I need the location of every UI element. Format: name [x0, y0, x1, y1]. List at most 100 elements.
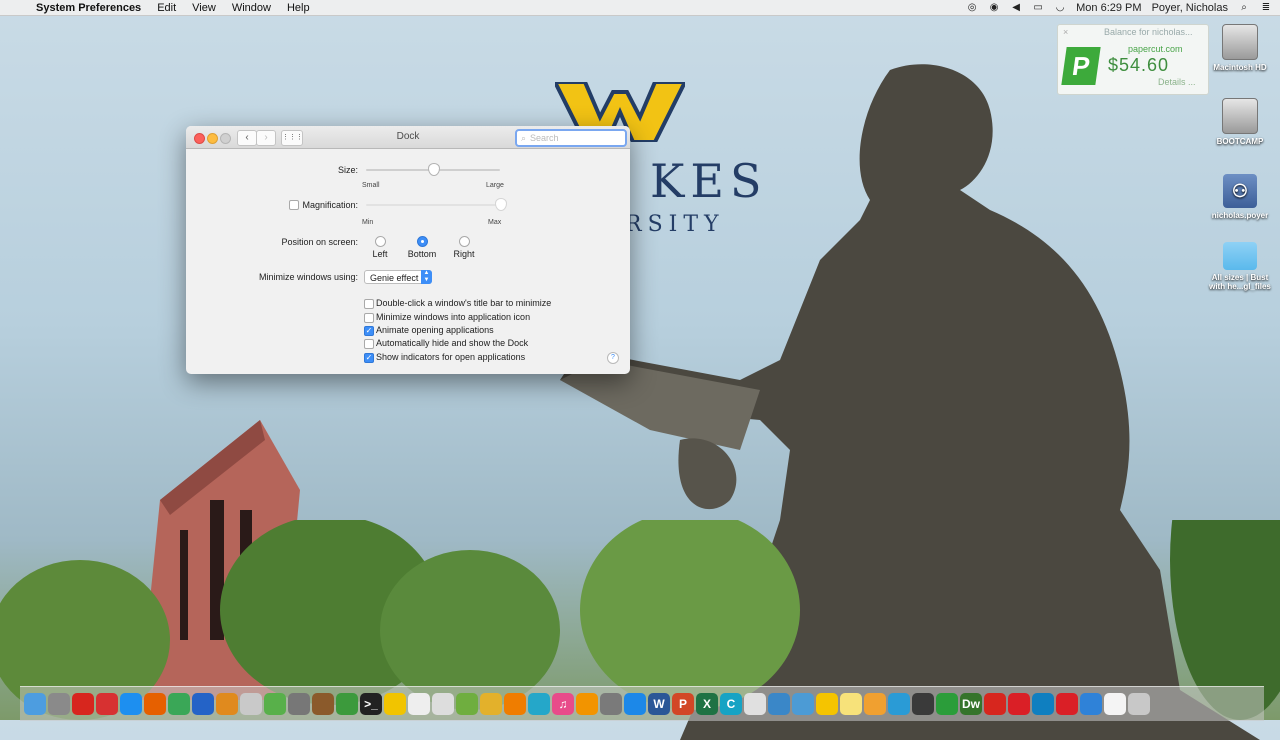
magnification-slider-track[interactable]: [366, 204, 500, 206]
notification-title: Balance for nicholas...: [1104, 27, 1193, 37]
excel-dock-icon[interactable]: X: [696, 693, 718, 715]
minimize-effect-popup[interactable]: Genie effect ▲ ▼: [364, 270, 432, 284]
notification-close-icon[interactable]: ×: [1063, 27, 1068, 37]
clock[interactable]: Mon 6:29 PM: [1076, 2, 1141, 14]
finder-dock-icon[interactable]: [24, 693, 46, 715]
app12-dock-icon[interactable]: [288, 693, 310, 715]
menu-window[interactable]: Window: [232, 2, 271, 14]
app37-dock-icon[interactable]: [888, 693, 910, 715]
menu-view[interactable]: View: [192, 2, 216, 14]
app32-dock-icon[interactable]: [768, 693, 790, 715]
app13-dock-icon[interactable]: [312, 693, 334, 715]
search-field[interactable]: ⌕ Search: [515, 129, 627, 147]
menu-app-name[interactable]: System Preferences: [36, 2, 141, 14]
minimize-effect-value: Genie effect: [370, 273, 419, 283]
app38-dock-icon[interactable]: [912, 693, 934, 715]
volume-icon[interactable]: ◀: [1010, 2, 1022, 13]
app30-dock-icon[interactable]: C: [720, 693, 742, 715]
size-slider-knob[interactable]: [428, 163, 440, 176]
notes-dock-icon[interactable]: [840, 693, 862, 715]
size-min-label: Small: [362, 182, 380, 189]
acrobat-dock-icon[interactable]: [72, 693, 94, 715]
app19-dock-icon[interactable]: [456, 693, 478, 715]
stats-dock-icon[interactable]: [96, 693, 118, 715]
creative-cloud-status-icon[interactable]: ◎: [966, 2, 978, 13]
appstore-dock-icon[interactable]: [624, 693, 646, 715]
app14-dock-icon[interactable]: [336, 693, 358, 715]
app8-dock-icon[interactable]: [192, 693, 214, 715]
terminal-dock-icon[interactable]: >_: [360, 693, 382, 715]
safari-dock-icon[interactable]: [120, 693, 142, 715]
search-icon: ⌕: [521, 133, 527, 143]
sysprefs-dock-icon[interactable]: [600, 693, 622, 715]
position-left-radio[interactable]: [375, 236, 386, 247]
menu-help[interactable]: Help: [287, 2, 310, 14]
creative-cloud-dock-icon[interactable]: [1008, 693, 1030, 715]
app11-dock-icon[interactable]: [264, 693, 286, 715]
papercut-logo-icon: P: [1061, 47, 1101, 85]
desktop-icon-macintosh-hd[interactable]: Macintosh HD: [1203, 24, 1277, 72]
app17-dock-icon[interactable]: [408, 693, 430, 715]
details-link[interactable]: Details ...: [1158, 77, 1196, 87]
creative-cloud2-dock-icon[interactable]: [1056, 693, 1078, 715]
menu-edit[interactable]: Edit: [157, 2, 176, 14]
app31-dock-icon[interactable]: [744, 693, 766, 715]
trash-dock-icon[interactable]: [1128, 693, 1150, 715]
message-icon[interactable]: ▭: [1032, 2, 1044, 13]
record-status-icon[interactable]: ◉: [988, 2, 1000, 13]
hard-drive-icon: [1222, 98, 1258, 134]
desktop-icon-label: BOOTCAMP: [1216, 137, 1264, 146]
checkbox-label: Automatically hide and show the Dock: [376, 338, 529, 348]
checkbox-animate-opening[interactable]: ✓: [364, 326, 374, 336]
magnification-max-label: Max: [488, 219, 502, 226]
checkbox-show-indicators[interactable]: ✓: [364, 353, 374, 363]
app36-dock-icon[interactable]: [864, 693, 886, 715]
position-right-radio[interactable]: [459, 236, 470, 247]
position-right-label: Right: [453, 249, 475, 259]
ibooks-dock-icon[interactable]: [576, 693, 598, 715]
title-bar[interactable]: ‹ › ⋮⋮⋮ Dock ⌕ Search: [186, 126, 630, 149]
checkbox-autohide[interactable]: [364, 339, 374, 349]
user-name[interactable]: Poyer, Nicholas: [1152, 2, 1228, 14]
help-button[interactable]: ?: [607, 352, 619, 364]
itunes-dock-icon[interactable]: ♫: [552, 693, 574, 715]
app18-dock-icon[interactable]: [432, 693, 454, 715]
app22-dock-icon[interactable]: [528, 693, 550, 715]
wifi-icon[interactable]: ◡: [1054, 2, 1066, 13]
hard-drive-icon: [1222, 24, 1258, 60]
powerpoint-dock-icon[interactable]: P: [672, 693, 694, 715]
checkbox-double-click[interactable]: [364, 299, 374, 309]
app39-dock-icon[interactable]: [936, 693, 958, 715]
size-label: Size:: [337, 165, 358, 175]
app9-dock-icon[interactable]: [216, 693, 238, 715]
app43-dock-icon[interactable]: [1032, 693, 1054, 715]
app45-dock-icon[interactable]: [1080, 693, 1102, 715]
app10-dock-icon[interactable]: [240, 693, 262, 715]
magnification-slider-knob[interactable]: [495, 198, 507, 211]
desktop-icon-folder[interactable]: All sizes | Bust with he...gl_files: [1203, 242, 1277, 291]
word-dock-icon[interactable]: W: [648, 693, 670, 715]
desktop-icon-bootcamp[interactable]: BOOTCAMP: [1203, 98, 1277, 146]
vlc-dock-icon[interactable]: [504, 693, 526, 715]
document-dock-icon[interactable]: [1104, 693, 1126, 715]
app16-dock-icon[interactable]: [384, 693, 406, 715]
acrobat2-dock-icon[interactable]: [984, 693, 1006, 715]
app20-dock-icon[interactable]: [480, 693, 502, 715]
firefox-dock-icon[interactable]: [144, 693, 166, 715]
papercut-balance-notification[interactable]: × Balance for nicholas... P papercut.com…: [1057, 24, 1209, 95]
app34-dock-icon[interactable]: [816, 693, 838, 715]
desktop-icon-label: All sizes | Bust with he...gl_files: [1209, 273, 1271, 291]
position-bottom-radio[interactable]: [417, 236, 428, 247]
notification-center-icon[interactable]: ≣: [1260, 2, 1272, 13]
spotlight-search-icon[interactable]: ⌕: [1238, 2, 1250, 13]
notification-site: papercut.com: [1128, 44, 1183, 54]
launchpad-dock-icon[interactable]: [48, 693, 70, 715]
desktop-icon-network-share[interactable]: ⚇ nicholas.poyer: [1203, 174, 1277, 220]
app33-dock-icon[interactable]: [792, 693, 814, 715]
checkbox-minimize-into-icon[interactable]: [364, 313, 374, 323]
folder-icon: [1223, 242, 1257, 270]
dreamweaver-dock-icon[interactable]: Dw: [960, 693, 982, 715]
magnification-label: Magnification:: [302, 200, 358, 210]
chrome-dock-icon[interactable]: [168, 693, 190, 715]
checkbox-label: Show indicators for open applications: [376, 352, 526, 362]
